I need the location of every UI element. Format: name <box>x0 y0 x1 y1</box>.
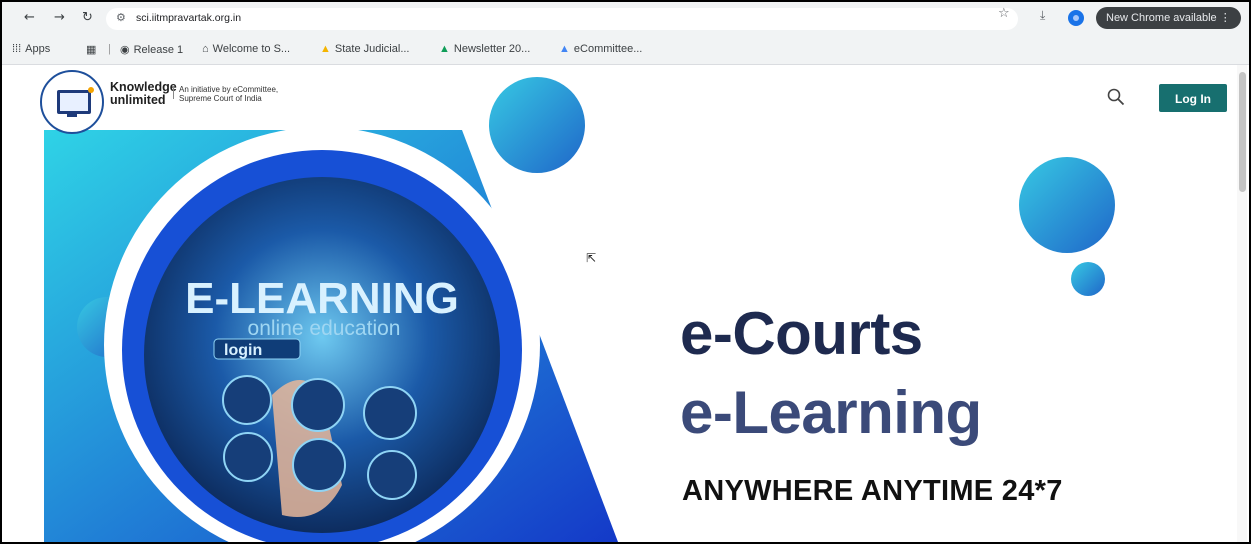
atom-icon <box>292 438 346 492</box>
drive-icon: ▲ <box>320 43 331 55</box>
drive-icon: ▲ <box>559 43 570 55</box>
reload-icon[interactable]: ↻ <box>82 10 93 25</box>
brand-tagline: An initiative by eCommittee, Supreme Cou… <box>179 85 278 103</box>
bookmark-label: Newsletter 20... <box>453 43 531 55</box>
browser-toolbar: ← → ↻ ⚙ sci.iitmpravartak.org.in ☆ ⤓ New… <box>2 2 1249 36</box>
bookmark-label: Release 1 <box>133 44 184 56</box>
logo-accent-dot <box>88 87 94 93</box>
search-icon[interactable] <box>1106 87 1126 107</box>
brand-name[interactable]: Knowledge unlimited <box>110 81 177 107</box>
bookmark-label: Apps <box>25 43 51 55</box>
bookmark-release-1[interactable]: ◉ Release 1 <box>120 43 183 56</box>
monitor-icon <box>57 90 91 114</box>
browser-window: ← → ↻ ⚙ sci.iitmpravartak.org.in ☆ ⤓ New… <box>0 0 1251 544</box>
forward-icon[interactable]: → <box>54 10 65 25</box>
back-icon[interactable]: ← <box>24 10 35 25</box>
hero-heading-line-2: e-Learning <box>680 379 982 446</box>
download-icon[interactable]: ⤓ <box>1040 8 1045 23</box>
tab-groups-icon[interactable]: ▦ <box>86 43 96 56</box>
decor-circle <box>1071 262 1105 296</box>
update-label: New Chrome available <box>1106 12 1217 24</box>
bookmark-apps[interactable]: ⁞⁞⁞ Apps <box>12 43 50 55</box>
profile-avatar[interactable] <box>1068 10 1084 26</box>
bookmark-welcome[interactable]: ⌂ Welcome to S... <box>202 43 290 55</box>
scrollbar-thumb[interactable] <box>1239 72 1246 192</box>
banner-login-text: login <box>224 342 262 359</box>
bookmark-newsletter[interactable]: ▲ Newsletter 20... <box>439 43 530 55</box>
bookmark-state-judicial[interactable]: ▲ State Judicial... <box>320 43 409 55</box>
bookmark-separator: | <box>108 43 111 55</box>
knowledge-unlimited-logo[interactable] <box>40 70 104 134</box>
tagline-line-2: Supreme Court of India <box>179 94 262 103</box>
tagline-line-1: An initiative by eCommittee, <box>179 85 279 94</box>
bookmarks-bar: ⁞⁞⁞ Apps ▦ | ◉ Release 1 ⌂ Welcome to S... … <box>2 36 1249 65</box>
decor-circle <box>489 77 585 173</box>
hero-graphic: E-LEARNING online education login <box>44 77 1115 542</box>
address-bar[interactable]: ⚙ sci.iitmpravartak.org.in <box>106 8 1018 30</box>
apps-grid-icon: ⁞⁞⁞ <box>12 43 22 55</box>
globe-icon: ◉ <box>120 44 130 56</box>
document-icon <box>367 450 417 500</box>
book-icon <box>222 375 272 425</box>
drive-icon: ▲ <box>439 43 450 55</box>
bookmark-ecommittee[interactable]: ▲ eCommittee... <box>559 43 642 55</box>
brand-divider <box>173 87 174 99</box>
login-button[interactable]: Log In <box>1159 84 1227 112</box>
banner-subtitle: online education <box>248 317 401 340</box>
bookmark-label: State Judicial... <box>334 43 410 55</box>
brand-line-2: unlimited <box>110 93 166 107</box>
url-text[interactable]: sci.iitmpravartak.org.in <box>136 12 241 24</box>
hero-heading-line-1: e-Courts <box>680 300 923 367</box>
bookmark-star-icon[interactable]: ☆ <box>998 6 1010 21</box>
more-icon: ⋮ <box>1219 12 1231 24</box>
decor-circle <box>1019 157 1115 253</box>
bookmark-label: Welcome to S... <box>212 43 291 55</box>
site-favicon-icon: ⌂ <box>202 43 209 55</box>
web-page: E-LEARNING online education login Knowle… <box>2 65 1234 542</box>
globe-bubble-icon <box>291 378 345 432</box>
hero-tagline: ANYWHERE ANYTIME 24*7 <box>682 475 1063 507</box>
clipboard-icon <box>363 386 417 440</box>
chrome-update-button[interactable]: New Chrome available ⋮ <box>1096 7 1241 29</box>
mouse-cursor-icon: ⇱ <box>586 251 597 265</box>
bookmark-label: eCommittee... <box>573 43 643 55</box>
banner-title: E-LEARNING <box>185 274 459 323</box>
handshake-icon <box>223 432 273 482</box>
monitor-stand <box>67 112 77 117</box>
site-info-icon[interactable]: ⚙ <box>116 11 126 24</box>
